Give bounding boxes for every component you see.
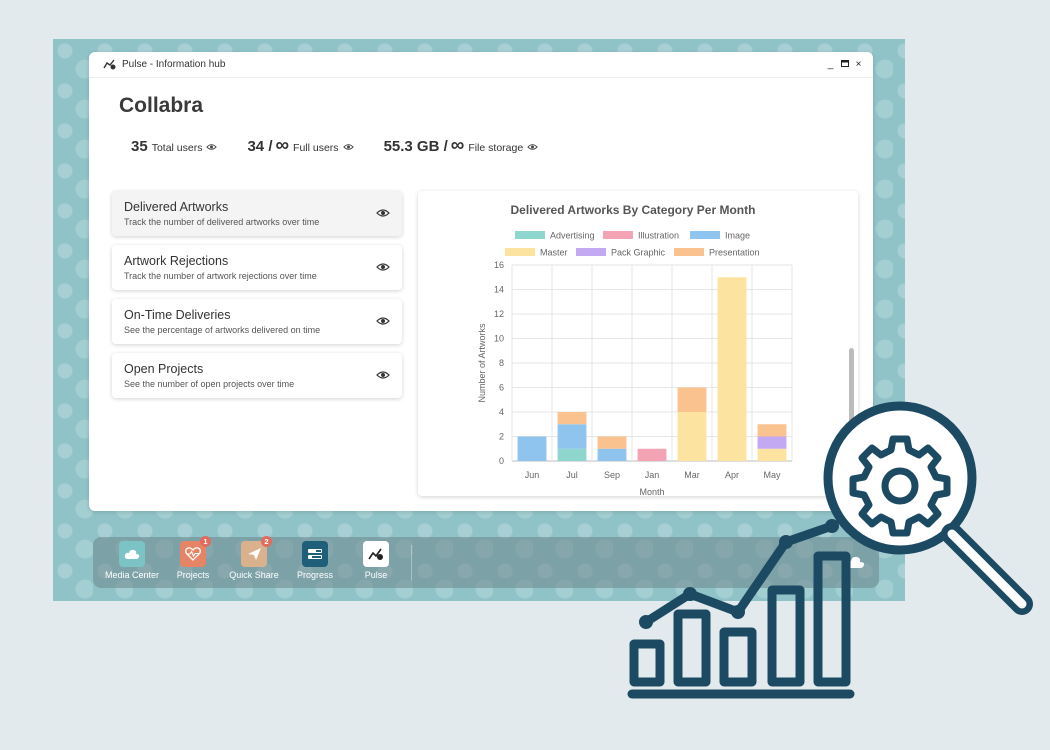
legend-swatch (603, 231, 633, 239)
heart-pulse-icon: 1 (180, 536, 211, 567)
cloud-icon (119, 541, 145, 567)
bar-segment (557, 412, 587, 425)
eye-icon[interactable] (206, 143, 218, 151)
y-tick-label: 12 (494, 309, 504, 319)
bar-segment (557, 424, 587, 449)
minimize-button[interactable]: _ (826, 59, 835, 70)
legend-label: Master (540, 248, 568, 258)
y-tick-label: 14 (494, 285, 504, 295)
bar-segment (557, 448, 587, 461)
metric-card-delivered-artworks[interactable]: Delivered Artworks Track the number of d… (112, 191, 402, 236)
progress-bars-icon (302, 541, 328, 567)
stat-label: Total users (151, 142, 203, 154)
dock-label: Projects (176, 570, 210, 580)
legend-swatch (674, 248, 704, 256)
legend-swatch (690, 231, 720, 239)
metric-title: Delivered Artworks (124, 200, 229, 214)
organization-name: Collabra (119, 94, 204, 117)
y-axis-label: Number of Artworks (477, 323, 487, 403)
dock-separator (411, 545, 412, 581)
metric-card-open-projects[interactable]: Open Projects See the number of open pro… (112, 353, 402, 398)
eye-icon[interactable] (376, 370, 390, 380)
legend-label: Pack Graphic (611, 248, 666, 258)
legend-label: Presentation (709, 248, 760, 258)
dock-label: Progress (296, 570, 333, 580)
dock-item-progress[interactable]: Progress (285, 541, 345, 580)
paper-plane-icon: 2 (241, 536, 272, 567)
analytics-magnifier-icon (627, 401, 1033, 699)
title-bar: Pulse - Information hub _ × (89, 52, 873, 78)
metric-description: See the number of open projects over tim… (124, 379, 295, 389)
y-tick-label: 10 (494, 334, 504, 344)
eye-icon[interactable] (376, 262, 390, 272)
bar-segment (517, 436, 547, 461)
metric-card-on-time-deliveries[interactable]: On-Time Deliveries See the percentage of… (112, 299, 402, 344)
legend-label: Advertising (550, 231, 595, 241)
legend-label: Illustration (638, 231, 679, 241)
y-tick-label: 8 (499, 358, 504, 368)
metric-description: Track the number of delivered artworks o… (124, 217, 320, 227)
dock-item-projects[interactable]: 1 Projects (163, 536, 223, 580)
stat-value: 35 (131, 138, 148, 155)
dock-label: Media Center (104, 570, 160, 580)
close-button[interactable]: × (854, 59, 863, 70)
metric-description: Track the number of artwork rejections o… (124, 271, 317, 281)
y-tick-label: 0 (499, 456, 504, 466)
infinity-symbol: ∞ (275, 135, 290, 156)
eye-icon[interactable] (376, 316, 390, 326)
stat-file-storage: 55.3 GB / ∞ File storage (383, 135, 539, 156)
x-tick-label: Jul (566, 470, 578, 480)
eye-icon[interactable] (527, 143, 538, 151)
stat-label: Full users (293, 142, 339, 154)
metric-title: On-Time Deliveries (124, 308, 231, 322)
maximize-button[interactable] (840, 59, 849, 70)
usage-stats: 35 Total users 34 / ∞ Full users 55.3 GB… (131, 135, 568, 156)
chart-title: Delivered Artworks By Category Per Month (511, 203, 756, 217)
pulse-app-icon (103, 59, 116, 70)
dock-label: Quick Share (229, 570, 279, 580)
stat-value: 55.3 GB / (383, 138, 448, 155)
notification-badge: 1 (200, 536, 211, 547)
legend-swatch (515, 231, 545, 239)
dock-item-quick-share[interactable]: 2 Quick Share (224, 536, 284, 580)
stat-full-users: 34 / ∞ Full users (247, 135, 354, 156)
stat-label: File storage (468, 142, 524, 154)
eye-icon[interactable] (376, 208, 390, 218)
dock-item-pulse[interactable]: Pulse (346, 541, 406, 580)
eye-icon[interactable] (342, 143, 354, 151)
legend-swatch (505, 248, 535, 256)
pulse-chart-icon (363, 541, 389, 567)
stat-total-users: 35 Total users (131, 138, 218, 155)
y-tick-label: 2 (499, 432, 504, 442)
x-tick-label: Jun (525, 470, 540, 480)
legend-swatch (576, 248, 606, 256)
stat-value: 34 / (247, 138, 273, 155)
window-title: Pulse - Information hub (122, 59, 226, 70)
notification-badge: 2 (261, 536, 272, 547)
dock-label: Pulse (364, 570, 388, 580)
y-tick-label: 16 (494, 260, 504, 270)
y-tick-label: 4 (499, 407, 504, 417)
infinity-symbol: ∞ (450, 135, 465, 156)
metric-description: See the percentage of artworks delivered… (124, 325, 321, 335)
metric-title: Artwork Rejections (124, 254, 229, 268)
metric-title: Open Projects (124, 362, 204, 376)
legend-label: Image (725, 231, 750, 241)
metric-card-artwork-rejections[interactable]: Artwork Rejections Track the number of a… (112, 245, 402, 290)
dock-item-media-center[interactable]: Media Center (102, 541, 162, 580)
y-tick-label: 6 (499, 383, 504, 393)
